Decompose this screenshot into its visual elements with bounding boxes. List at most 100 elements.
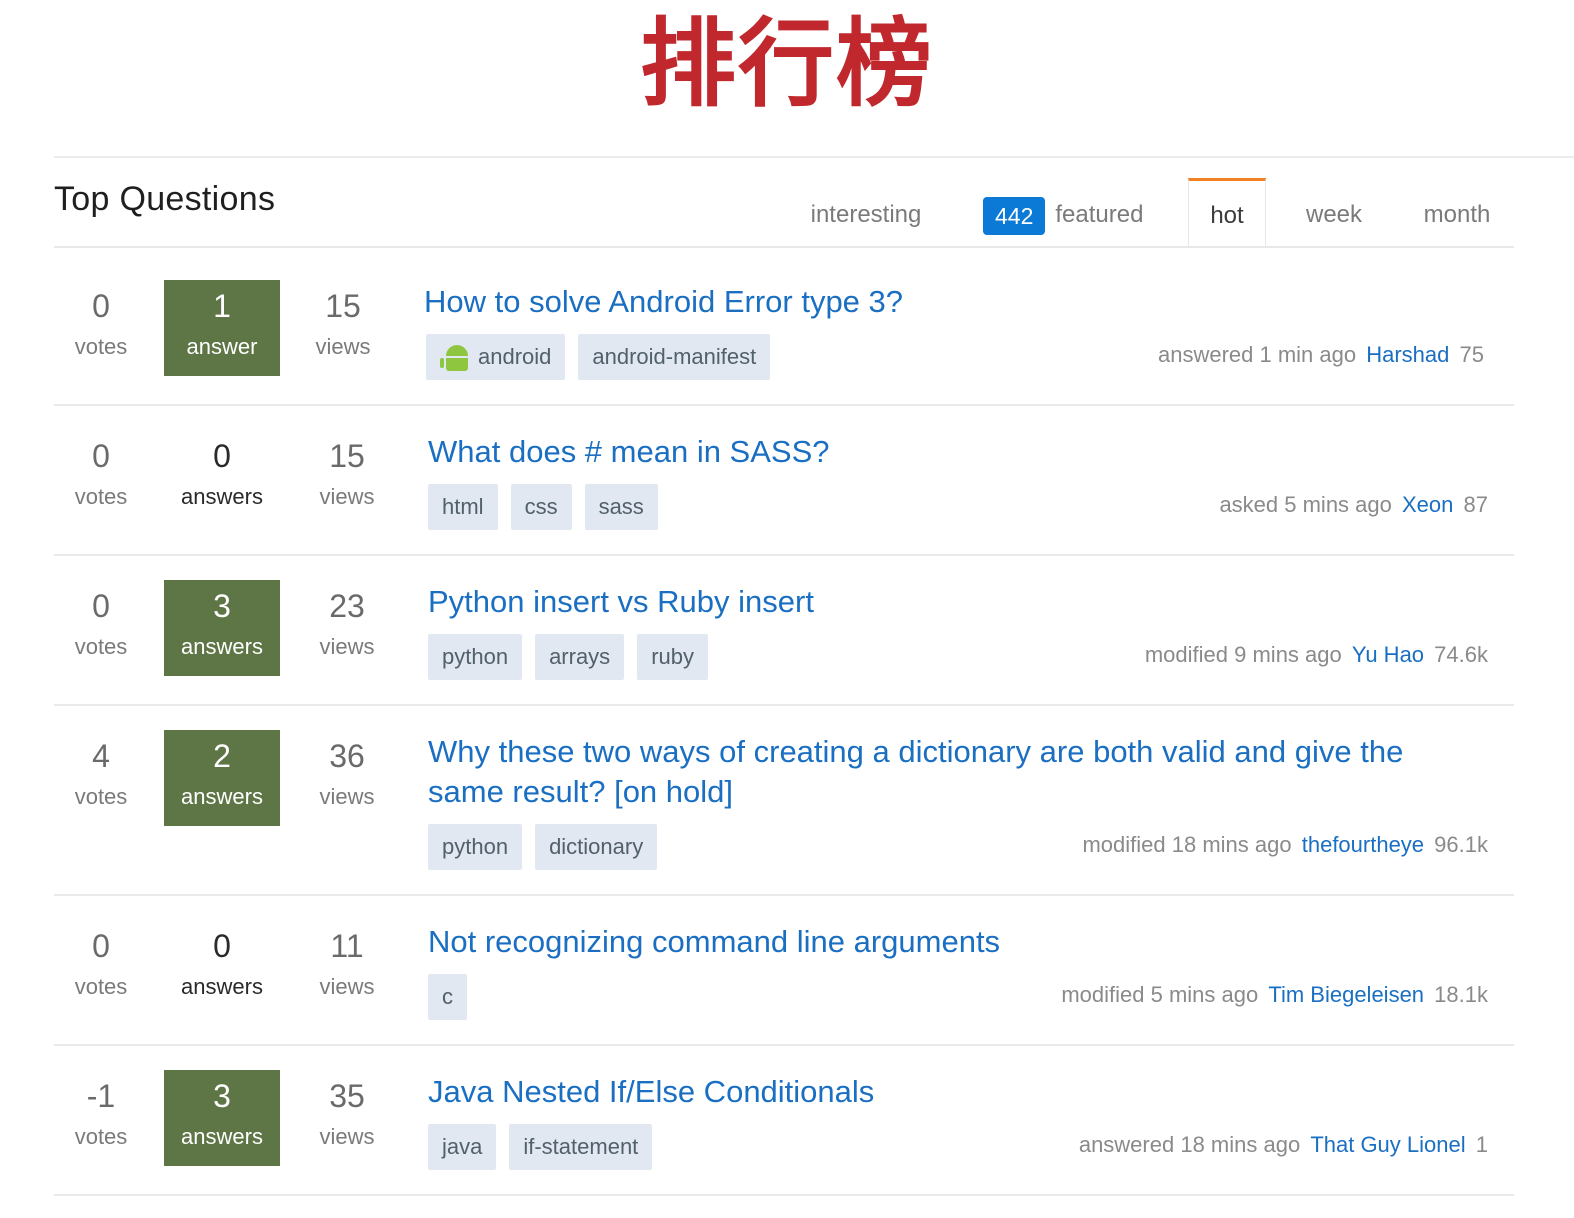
view-count: 15 views <box>292 430 402 512</box>
answer-number: 3 <box>213 1078 231 1114</box>
vote-count: 0 votes <box>46 580 156 662</box>
tag-html[interactable]: html <box>428 484 498 530</box>
question-summary: 0 votes 3 answers 23 views Python insert… <box>54 556 1514 706</box>
user-link[interactable]: Yu Hao <box>1352 642 1424 667</box>
tab-month-label: month <box>1423 201 1491 228</box>
vote-label: votes <box>74 974 128 999</box>
user-reputation: 87 <box>1463 492 1488 517</box>
answer-count: 2 answers <box>164 730 280 826</box>
user-link[interactable]: thefourtheye <box>1302 832 1424 857</box>
tag-list: java if-statement <box>428 1124 653 1170</box>
view-count: 35 views <box>292 1070 402 1152</box>
view-number: 35 <box>329 1078 365 1114</box>
tab-week[interactable]: week <box>1294 178 1374 248</box>
answer-count: 3 answers <box>164 580 280 676</box>
vote-number: 0 <box>92 928 110 964</box>
answer-number: 2 <box>213 738 231 774</box>
tag-ruby[interactable]: ruby <box>637 634 708 680</box>
question-title-link[interactable]: Not recognizing command line arguments <box>428 922 1488 962</box>
activity-text: modified 9 mins ago <box>1144 642 1342 667</box>
page-banner: 排行榜 <box>640 8 934 120</box>
tag-android-manifest[interactable]: android-manifest <box>578 334 771 380</box>
answer-label: answers <box>181 784 263 809</box>
user-link[interactable]: That Guy Lionel <box>1310 1132 1465 1157</box>
tab-featured-label: featured <box>1055 201 1144 228</box>
vote-label: votes <box>74 334 128 359</box>
user-link[interactable]: Xeon <box>1402 492 1453 517</box>
tab-hot-label: hot <box>1210 202 1244 229</box>
tab-month[interactable]: month <box>1412 178 1502 248</box>
activity-info: asked 5 mins ago Xeon 87 <box>1219 492 1488 518</box>
question-title-link[interactable]: Java Nested If/Else Conditionals <box>428 1072 1488 1112</box>
view-number: 11 <box>330 928 364 964</box>
vote-number: 4 <box>92 738 110 774</box>
answer-number: 0 <box>213 438 231 474</box>
tag-sass[interactable]: sass <box>584 484 658 530</box>
vote-number: -1 <box>86 1078 116 1114</box>
answer-label: answers <box>181 974 263 999</box>
user-reputation: 1 <box>1475 1132 1488 1157</box>
tag-list: python dictionary <box>428 824 658 870</box>
divider <box>54 246 1514 248</box>
answer-label: answers <box>181 1124 263 1149</box>
vote-number: 0 <box>92 288 110 324</box>
view-count: 23 views <box>292 580 402 662</box>
vote-label: votes <box>74 484 128 509</box>
vote-count: 4 votes <box>46 730 156 812</box>
featured-count-badge: 442 <box>983 196 1046 235</box>
answer-number: 0 <box>213 928 231 964</box>
tag-css[interactable]: css <box>510 484 572 530</box>
tag-android[interactable]: android <box>426 334 566 380</box>
question-summary: -1 votes 3 answers 35 views Java Nested … <box>54 1046 1514 1196</box>
user-reputation: 18.1k <box>1434 982 1488 1007</box>
activity-info: answered 1 min ago Harshad 75 <box>1158 342 1484 368</box>
activity-info: modified 5 mins ago Tim Biegeleisen 18.1… <box>1061 982 1488 1008</box>
question-title-link[interactable]: How to solve Android Error type 3? <box>424 282 1484 322</box>
view-label: views <box>319 484 375 509</box>
tag-c[interactable]: c <box>428 974 467 1020</box>
activity-text: asked 5 mins ago <box>1219 492 1392 517</box>
answer-label: answers <box>181 484 263 509</box>
view-number: 36 <box>329 738 365 774</box>
tab-interesting-label: interesting <box>810 201 922 228</box>
activity-info: modified 9 mins ago Yu Hao 74.6k <box>1145 642 1488 668</box>
tag-java[interactable]: java <box>428 1124 497 1170</box>
answer-number: 1 <box>213 288 231 324</box>
tag-python[interactable]: python <box>428 824 523 870</box>
user-reputation: 75 <box>1459 342 1484 367</box>
answer-count: 0 answers <box>164 920 280 1016</box>
tab-week-label: week <box>1305 201 1363 228</box>
activity-text: answered 1 min ago <box>1157 342 1357 367</box>
question-title-link[interactable]: Python insert vs Ruby insert <box>428 582 1488 622</box>
tab-hot[interactable]: hot <box>1188 178 1266 246</box>
tag-label: android <box>478 344 552 369</box>
user-reputation: 96.1k <box>1434 832 1488 857</box>
question-summary: 0 votes 0 answers 11 views Not recognizi… <box>54 896 1514 1046</box>
activity-text: modified 5 mins ago <box>1061 982 1259 1007</box>
vote-count: 0 votes <box>46 280 156 362</box>
activity-info: modified 18 mins ago thefourtheye 96.1k <box>1082 832 1488 858</box>
answer-number: 3 <box>213 588 231 624</box>
answer-label: answers <box>181 634 263 659</box>
user-link[interactable]: Harshad <box>1366 342 1449 367</box>
view-number: 15 <box>329 438 365 474</box>
question-summary: 4 votes 2 answers 36 views Why these two… <box>54 706 1514 896</box>
answer-label: answer <box>186 334 258 359</box>
vote-label: votes <box>74 634 128 659</box>
user-link[interactable]: Tim Biegeleisen <box>1268 982 1424 1007</box>
view-count: 11 views <box>292 920 402 1002</box>
vote-count: -1 votes <box>46 1070 156 1152</box>
tag-dictionary[interactable]: dictionary <box>535 824 658 870</box>
question-title-link[interactable]: Why these two ways of creating a diction… <box>428 732 1458 812</box>
view-label: views <box>319 1124 375 1149</box>
question-title-link[interactable]: What does # mean in SASS? <box>428 432 1488 472</box>
activity-text: answered 18 mins ago <box>1078 1132 1301 1157</box>
tab-featured[interactable]: 442 featured <box>983 178 1163 248</box>
tab-interesting[interactable]: interesting <box>800 178 932 248</box>
tag-python[interactable]: python <box>428 634 523 680</box>
tag-if-statement[interactable]: if-statement <box>509 1124 653 1170</box>
vote-number: 0 <box>92 438 110 474</box>
tag-arrays[interactable]: arrays <box>535 634 625 680</box>
android-robot-icon <box>440 343 470 371</box>
page-title: Top Questions <box>54 180 276 218</box>
